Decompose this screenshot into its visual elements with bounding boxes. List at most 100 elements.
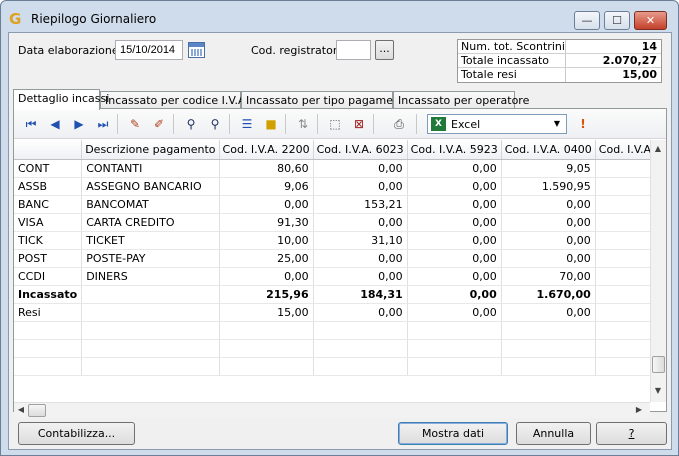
tab-iva[interactable]: Incassato per codice I.V.A. <box>100 91 249 109</box>
table-cell <box>501 357 596 376</box>
table-row[interactable]: ASSB ASSEGNO BANCARIO 9,06 0,00 0,00 1.590,95… <box>14 177 650 196</box>
data-grid: Descrizione pagamento Cod. I.V.A. 2200 Cod… <box>14 140 650 402</box>
toolbar: ⏮ ◀ ▶ ⏭ ✎ ✐ ⚲ ⚲ ☰ ■ ⇅ ⬚ ⊠ ⎙ X Excel ▼ ! <box>14 109 666 139</box>
scroll-up-icon[interactable]: ▲ <box>651 144 665 153</box>
column-header[interactable]: Cod. I.V.A. 1000 <box>595 140 650 160</box>
contabilizza-button[interactable]: Contabilizza... <box>18 422 135 445</box>
table-row[interactable]: CCDIDINERS0,000,000,0070,000,00 <box>14 267 650 286</box>
table-cell: 0,00 <box>313 177 408 196</box>
table-cell: ASSEGNO BANCARIO <box>81 177 220 196</box>
export-format-select[interactable]: X Excel ▼ <box>427 114 567 134</box>
table-cell: 0,00 <box>501 213 596 232</box>
table-row[interactable] <box>14 339 650 358</box>
scroll-right-icon[interactable]: ▶ <box>632 405 646 414</box>
toolbar-separator <box>373 114 374 134</box>
column-header[interactable]: Cod. I.V.A. 0400 <box>501 140 596 160</box>
first-icon[interactable]: ⏮ <box>23 116 39 132</box>
mostra-dati-button[interactable]: Mostra dati <box>398 422 508 445</box>
table-cell: 0,00 <box>595 195 650 214</box>
column-header[interactable]: Descrizione pagamento <box>81 140 220 160</box>
table-cell <box>407 339 502 358</box>
scroll-down-icon[interactable]: ▼ <box>651 386 665 395</box>
chevron-down-icon[interactable]: ▼ <box>550 117 564 131</box>
table-row[interactable]: Incassato215,96184,310,001.670,000,00 <box>14 285 650 304</box>
table-cell: 0,00 <box>595 231 650 250</box>
table-cell: Resi <box>14 303 83 322</box>
table-cell: 0,00 <box>595 159 650 178</box>
table-cell: 0,00 <box>501 231 596 250</box>
column-header[interactable]: Cod. I.V.A. 5923 <box>407 140 502 160</box>
table-row[interactable]: POSTPOSTE-PAY25,000,000,000,000,00 <box>14 249 650 268</box>
dialog-body: Data elaborazione: Cod. registratore: ..… <box>8 32 672 450</box>
select-icon[interactable]: ⬚ <box>327 116 343 132</box>
scroll-left-icon[interactable]: ◀ <box>14 405 28 414</box>
table-cell <box>595 357 650 376</box>
register-field[interactable] <box>336 40 371 60</box>
table-cell: CONTANTI <box>81 159 220 178</box>
alert-icon[interactable]: ! <box>575 116 591 132</box>
table-cell: 10,00 <box>219 231 314 250</box>
calendar-icon[interactable] <box>188 42 205 58</box>
tab-strip: Dettaglio incassi Incassato per codice I… <box>9 89 673 110</box>
table-cell: VISA <box>14 213 83 232</box>
table-cell: ASSB <box>14 177 83 196</box>
find-icon[interactable]: ⚲ <box>183 116 199 132</box>
table-cell: 153,21 <box>313 195 408 214</box>
find-next-icon[interactable]: ⚲ <box>207 116 223 132</box>
table-row[interactable] <box>14 357 650 376</box>
tab-panel: ⏮ ◀ ▶ ⏭ ✎ ✐ ⚲ ⚲ ☰ ■ ⇅ ⬚ ⊠ ⎙ X Excel ▼ ! … <box>13 108 667 418</box>
table-cell: BANC <box>14 195 83 214</box>
horizontal-scroll-thumb[interactable] <box>28 404 46 417</box>
last-icon[interactable]: ⏭ <box>95 116 111 132</box>
list-icon[interactable]: ☰ <box>239 116 255 132</box>
maximize-button[interactable]: ☐ <box>604 11 630 30</box>
note-icon[interactable]: ■ <box>263 116 279 132</box>
column-header[interactable]: Cod. I.V.A. 6023 <box>313 140 408 160</box>
maximize-icon: ☐ <box>612 14 622 27</box>
tab-operatore[interactable]: Incassato per operatore <box>393 91 529 109</box>
minimize-button[interactable]: — <box>574 11 600 30</box>
help-button[interactable]: ? <box>596 422 667 445</box>
edit-icon[interactable]: ✎ <box>127 116 143 132</box>
edit-all-icon[interactable]: ✐ <box>151 116 167 132</box>
table-cell <box>14 321 83 340</box>
print-icon[interactable]: ⎙ <box>391 116 407 132</box>
tab-tipo-pagamento[interactable]: Incassato per tipo pagamento <box>241 91 411 109</box>
prev-icon[interactable]: ◀ <box>47 116 63 132</box>
table-cell: 1.590,95 <box>501 177 596 196</box>
close-button[interactable]: ✕ <box>634 11 667 30</box>
deselect-icon[interactable]: ⊠ <box>351 116 367 132</box>
table-cell: 0,00 <box>595 267 650 286</box>
annulla-button[interactable]: Annulla <box>516 422 591 445</box>
table-cell: 9,05 <box>501 159 596 178</box>
table-cell: 25,00 <box>219 249 314 268</box>
table-cell <box>81 357 220 376</box>
date-field[interactable] <box>115 40 183 60</box>
column-header[interactable]: Cod. I.V.A. 2200 <box>219 140 314 160</box>
table-cell: POSTE-PAY <box>81 249 220 268</box>
table-row[interactable]: Resi15,000,000,000,000,00 <box>14 303 650 322</box>
table-cell: 0,00 <box>219 267 314 286</box>
column-header[interactable] <box>14 140 83 160</box>
horizontal-scrollbar[interactable]: ◀ ▶ <box>14 402 650 418</box>
total-label: Num. tot. Scontrini <box>461 40 565 53</box>
vertical-scroll-thumb[interactable] <box>652 356 665 373</box>
table-cell: Incassato <box>14 285 83 304</box>
table-row[interactable]: TICKTICKET10,0031,100,000,000,00 <box>14 231 650 250</box>
tab-dettaglio-incassi[interactable]: Dettaglio incassi <box>13 89 109 110</box>
total-label: Totale resi <box>461 68 517 81</box>
sort-icon[interactable]: ⇅ <box>295 116 311 132</box>
table-row[interactable]: VISACARTA CREDITO91,300,000,000,000,00 <box>14 213 650 232</box>
table-cell <box>219 339 314 358</box>
table-cell: TICKET <box>81 231 220 250</box>
table-cell: 0,00 <box>595 213 650 232</box>
register-browse-button[interactable]: ... <box>375 40 394 60</box>
vertical-scrollbar[interactable]: ▲ ▼ <box>650 140 666 402</box>
table-cell: 0,00 <box>407 159 502 178</box>
table-row[interactable]: BANCBANCOMAT0,00153,210,000,000,00 <box>14 195 650 214</box>
table-cell <box>313 339 408 358</box>
table-row[interactable]: CONTCONTANTI80,600,000,009,050,00 <box>14 159 650 178</box>
next-icon[interactable]: ▶ <box>71 116 87 132</box>
table-row[interactable] <box>14 321 650 340</box>
totals-panel: Num. tot. Scontrini 14 Totale incassato … <box>457 39 662 83</box>
